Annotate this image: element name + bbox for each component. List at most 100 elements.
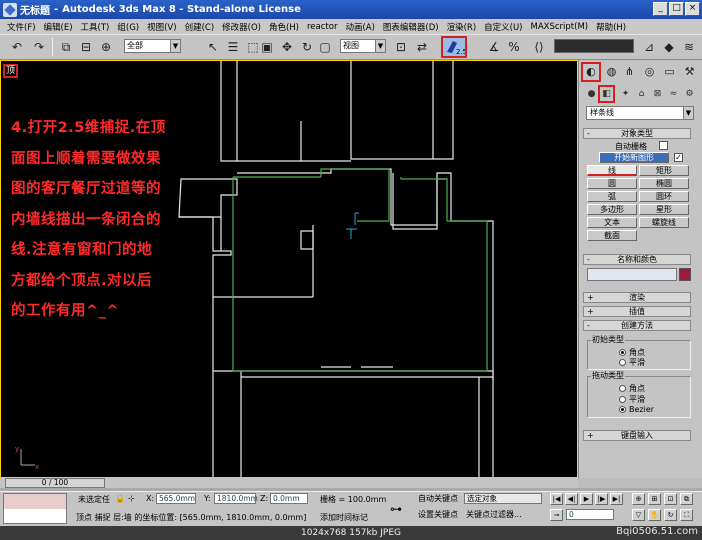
undo-icon[interactable]: ↶ [8, 38, 26, 56]
utilities-tab-icon[interactable]: ⚒ [681, 64, 698, 80]
circle-button[interactable]: 圆 [587, 178, 637, 189]
arc-button[interactable]: 弧 [587, 191, 637, 202]
shapes-icon[interactable]: ◧ [598, 85, 615, 103]
menu-character[interactable]: 角色(H) [265, 21, 303, 33]
previous-frame-icon[interactable]: ◀| [565, 493, 578, 505]
radio-unselected[interactable] [619, 385, 626, 392]
menu-animation[interactable]: 动画(A) [341, 21, 378, 33]
lock-icon[interactable]: 🔒 [115, 494, 125, 503]
bind-space-warp-icon[interactable]: ⊕ [97, 38, 115, 56]
unlink-icon[interactable]: ⊟ [77, 38, 95, 56]
scale-icon[interactable]: ▢ [316, 38, 334, 56]
add-time-tag-button[interactable]: 添加时间标记 [320, 512, 368, 523]
systems-icon[interactable]: ⚙ [683, 87, 696, 102]
zoom-icon[interactable]: ⊕ [632, 493, 645, 505]
x-coordinate-field[interactable]: 565.0mm [156, 493, 196, 504]
menu-group[interactable]: 组(G) [113, 21, 143, 33]
spinner-snap-icon[interactable]: ⟨⟩ [530, 38, 548, 56]
ngon-button[interactable]: 多边形 [587, 204, 637, 215]
link-icon[interactable]: ⧉ [57, 38, 75, 56]
drag-corner-option[interactable]: 角点 [619, 383, 645, 394]
menu-edit[interactable]: 编辑(E) [40, 21, 77, 33]
pan-icon[interactable]: ✋ [648, 509, 661, 521]
interpolation-rollout[interactable]: + 插值 [583, 306, 691, 317]
geometry-icon[interactable]: ● [585, 87, 598, 102]
auto-grid-checkbox[interactable] [659, 141, 668, 150]
start-new-shape-button[interactable]: 开始新图形 [599, 152, 669, 163]
start-new-shape-checkbox[interactable]: ✓ [674, 153, 683, 162]
time-slider[interactable]: 0 / 100 [5, 478, 105, 488]
snap-toggle-2-5-icon[interactable]: 2.5 [441, 36, 467, 58]
space-warps-icon[interactable]: ≈ [667, 87, 680, 102]
object-name-field[interactable] [587, 268, 677, 281]
pivot-center-icon[interactable]: ⊡ [392, 38, 410, 56]
menu-maxscript[interactable]: MAXScript(M) [527, 22, 593, 32]
field-of-view-icon[interactable]: ▽ [632, 509, 645, 521]
object-type-rollout[interactable]: - 对象类型 [583, 128, 691, 139]
rectangle-button[interactable]: 矩形 [639, 165, 689, 176]
window-crossing-icon[interactable]: ▣ [258, 38, 276, 56]
menu-graph-editors[interactable]: 图表编辑器(D) [379, 21, 443, 33]
key-mode-icon[interactable]: ⊸ [550, 509, 563, 521]
current-frame-field[interactable]: 0 [566, 509, 614, 520]
creation-method-rollout[interactable]: - 创建方法 [583, 320, 691, 331]
3dsmax-app-icon[interactable] [3, 2, 17, 17]
redo-icon[interactable]: ↷ [30, 38, 48, 56]
set-key-button[interactable]: 设置关键点 [418, 509, 458, 521]
radio-unselected[interactable] [619, 359, 626, 366]
layer-manager-icon[interactable]: ≋ [680, 38, 698, 56]
named-selection-sets-field[interactable] [554, 39, 634, 53]
mirror-icon[interactable]: ⊿ [640, 38, 658, 56]
radio-selected[interactable] [619, 406, 626, 413]
ellipse-button[interactable]: 椭圆 [639, 178, 689, 189]
menu-help[interactable]: 帮助(H) [592, 21, 630, 33]
donut-button[interactable]: 圆环 [639, 191, 689, 202]
keyboard-entry-rollout[interactable]: + 键盘输入 [583, 430, 691, 441]
drag-bezier-option[interactable]: Bezier [619, 405, 654, 414]
menu-file[interactable]: 文件(F) [3, 21, 40, 33]
menu-tools[interactable]: 工具(T) [77, 21, 114, 33]
menu-customize[interactable]: 自定义(U) [480, 21, 526, 33]
zoom-all-icon[interactable]: ⊞ [648, 493, 661, 505]
go-to-start-icon[interactable]: |◀ [550, 493, 563, 505]
helix-button[interactable]: 螺旋线 [639, 217, 689, 228]
display-tab-icon[interactable]: ▭ [661, 64, 678, 80]
initial-smooth-option[interactable]: 平滑 [619, 357, 645, 368]
close-button[interactable]: × [685, 2, 700, 16]
maximize-button[interactable]: □ [669, 2, 684, 16]
radio-selected[interactable] [619, 349, 626, 356]
section-button[interactable]: 截面 [587, 230, 637, 241]
radio-unselected[interactable] [619, 396, 626, 403]
absolute-mode-icon[interactable]: ⊹ [128, 494, 135, 503]
selection-filter-dropdown[interactable]: 全部 ▼ [124, 39, 181, 53]
helpers-icon[interactable]: ⊠ [651, 87, 664, 102]
zoom-extents-icon[interactable]: ⊡ [664, 493, 677, 505]
lights-icon[interactable]: ✦ [619, 87, 632, 102]
y-coordinate-field[interactable]: 1810.0mm [214, 493, 258, 504]
line-button[interactable]: 线 [587, 165, 637, 176]
menu-reactor[interactable]: reactor [303, 22, 341, 32]
z-coordinate-field[interactable]: 0.0mm [270, 493, 308, 504]
key-set-dropdown[interactable]: 选定对象 [464, 493, 542, 504]
reference-coordinate-dropdown[interactable]: 视图 ▼ [340, 39, 386, 53]
rotate-icon[interactable]: ↻ [298, 38, 316, 56]
top-viewport[interactable]: y x 顶 4.打开2.5维捕捉.在顶 面图上顺着需要做效果 图的客厅餐厅过道等… [0, 60, 578, 478]
viewport-label-top[interactable]: 顶 [3, 64, 19, 78]
text-button[interactable]: 文本 [587, 217, 637, 228]
align-icon[interactable]: ◆ [660, 38, 678, 56]
menu-modifiers[interactable]: 修改器(O) [218, 21, 265, 33]
maxscript-listener-mini[interactable] [3, 493, 67, 524]
play-icon[interactable]: ▶ [580, 493, 593, 505]
key-filters-button[interactable]: 关键点过滤器... [466, 509, 522, 521]
arc-rotate-icon[interactable]: ↻ [664, 509, 677, 521]
maximize-viewport-icon[interactable]: ⛶ [680, 509, 693, 521]
menu-create[interactable]: 创建(C) [181, 21, 219, 33]
shape-category-dropdown[interactable]: 样条线 ▼ [586, 106, 694, 120]
percent-snap-icon[interactable]: % [505, 38, 523, 56]
key-icon[interactable]: ⊶ [390, 502, 402, 516]
select-object-icon[interactable]: ↖ [204, 38, 222, 56]
select-manipulate-icon[interactable]: ⇄ [413, 38, 431, 56]
minimize-button[interactable]: _ [653, 2, 668, 16]
hierarchy-tab-icon[interactable]: ⋔ [621, 64, 638, 80]
go-to-end-icon[interactable]: ▶| [610, 493, 623, 505]
